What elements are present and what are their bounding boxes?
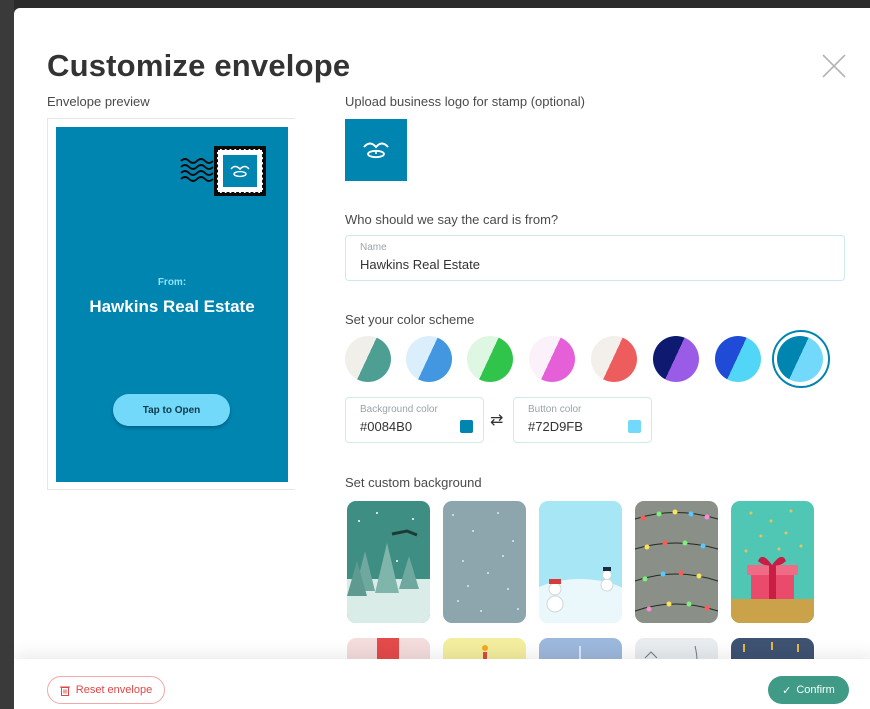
confirm-button[interactable]: ✓ Confirm <box>768 676 849 704</box>
color-scheme-label: Set your color scheme <box>345 312 475 327</box>
logo-upload-button[interactable] <box>345 119 407 181</box>
background-color-value: #0084B0 <box>360 419 413 434</box>
selected-swatch-ring <box>772 330 830 388</box>
button-color-field[interactable]: Button color #72D9FB <box>513 397 652 443</box>
background-color-field[interactable]: Background color #0084B0 <box>345 397 484 443</box>
swap-colors-icon[interactable]: ⇄ <box>490 410 503 430</box>
button-color-hint: Button color <box>528 404 582 415</box>
name-field-hint: Name <box>360 242 387 253</box>
logo-upload-label: Upload business logo for stamp (optional… <box>345 94 585 109</box>
dialog-title: Customize envelope <box>47 48 351 83</box>
dialog-footer: Reset envelope ✓ Confirm <box>14 659 870 709</box>
check-icon: ✓ <box>782 684 792 697</box>
button-color-chip <box>628 420 641 433</box>
color-scheme-swatch-6[interactable] <box>653 336 699 382</box>
color-scheme-swatch-3[interactable] <box>467 336 513 382</box>
trash-icon <box>59 686 70 696</box>
color-scheme-swatch-5[interactable] <box>591 336 637 382</box>
name-field-value: Hawkins Real Estate <box>360 257 480 272</box>
background-option-winter-trees[interactable] <box>347 501 430 623</box>
close-icon[interactable] <box>820 52 848 80</box>
color-scheme-swatch-7[interactable] <box>715 336 761 382</box>
color-scheme-swatch-1[interactable] <box>345 336 391 382</box>
sender-name-field[interactable]: Name Hawkins Real Estate <box>345 235 845 281</box>
color-scheme-swatch-4[interactable] <box>529 336 575 382</box>
background-color-hint: Background color <box>360 404 438 415</box>
postmark-waves-icon <box>180 158 214 182</box>
envelope-preview: From: Hawkins Real Estate Tap to Open <box>56 127 288 482</box>
seagull-logo-icon <box>363 142 389 159</box>
tap-to-open-button[interactable]: Tap to Open <box>113 394 230 426</box>
reset-envelope-button[interactable]: Reset envelope <box>47 676 165 704</box>
button-color-value: #72D9FB <box>528 419 583 434</box>
envelope-preview-label: Envelope preview <box>47 94 150 109</box>
envelope-preview-frame: From: Hawkins Real Estate Tap to Open <box>47 118 295 490</box>
reset-envelope-label: Reset envelope <box>75 684 153 696</box>
confirm-label: Confirm <box>796 684 835 696</box>
from-name: Hawkins Real Estate <box>89 297 255 316</box>
page-backdrop <box>0 0 14 709</box>
seagull-logo-icon <box>230 165 250 178</box>
custom-background-label: Set custom background <box>345 475 482 490</box>
background-option-gift[interactable] <box>731 501 814 623</box>
background-option-string-lights[interactable] <box>635 501 718 623</box>
background-option-snowmen[interactable] <box>539 501 622 623</box>
from-label: From: <box>157 277 187 288</box>
stamp <box>214 146 266 196</box>
background-option-grey-snow[interactable] <box>443 501 526 623</box>
sender-question-label: Who should we say the card is from? <box>345 212 559 227</box>
customize-envelope-dialog: Customize envelope Envelope preview From… <box>14 8 870 709</box>
color-scheme-swatch-2[interactable] <box>406 336 452 382</box>
background-color-chip <box>460 420 473 433</box>
